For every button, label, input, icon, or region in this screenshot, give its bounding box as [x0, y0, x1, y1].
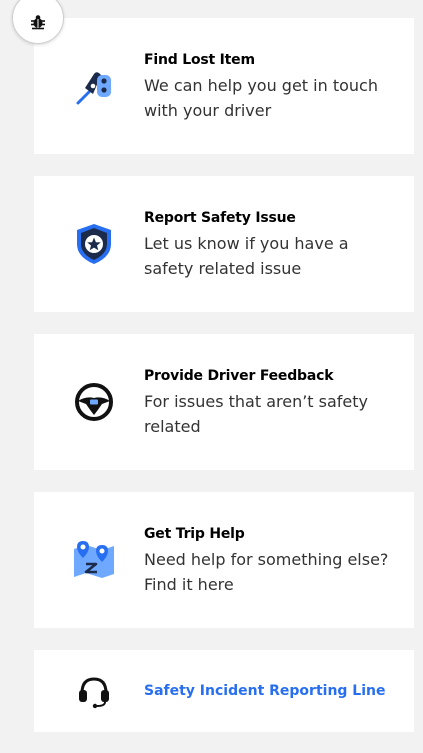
lost-item-key-icon — [66, 58, 122, 114]
safety-incident-reporting-line-card[interactable]: Safety Incident Reporting Line — [34, 650, 414, 732]
report-safety-issue-card[interactable]: Report Safety Issue Let us know if you h… — [34, 176, 414, 312]
card-subtitle: Let us know if you have a safety related… — [144, 233, 349, 278]
map-pins-icon — [66, 532, 122, 588]
provide-driver-feedback-card[interactable]: Provide Driver Feedback For issues that … — [34, 334, 414, 470]
card-title: Get Trip Help — [144, 525, 245, 542]
help-options-list: Find Lost Item We can help you get in to… — [34, 18, 414, 732]
card-subtitle: Need help for something else? Find it he… — [144, 549, 389, 594]
headset-icon — [66, 663, 122, 719]
card-title: Report Safety Issue — [144, 209, 296, 226]
card-subtitle: For issues that aren’t safety related — [144, 391, 369, 436]
card-title: Find Lost Item — [144, 51, 255, 68]
get-trip-help-card[interactable]: Get Trip Help Need help for something el… — [34, 492, 414, 628]
steering-wheel-icon — [66, 374, 122, 430]
shield-star-icon — [66, 216, 122, 272]
safety-line-link[interactable]: Safety Incident Reporting Line — [144, 681, 400, 701]
card-subtitle: We can help you get in touch with your d… — [144, 75, 378, 120]
find-lost-item-card[interactable]: Find Lost Item We can help you get in to… — [34, 18, 414, 154]
bug-icon — [31, 15, 45, 30]
card-title: Provide Driver Feedback — [144, 367, 334, 384]
